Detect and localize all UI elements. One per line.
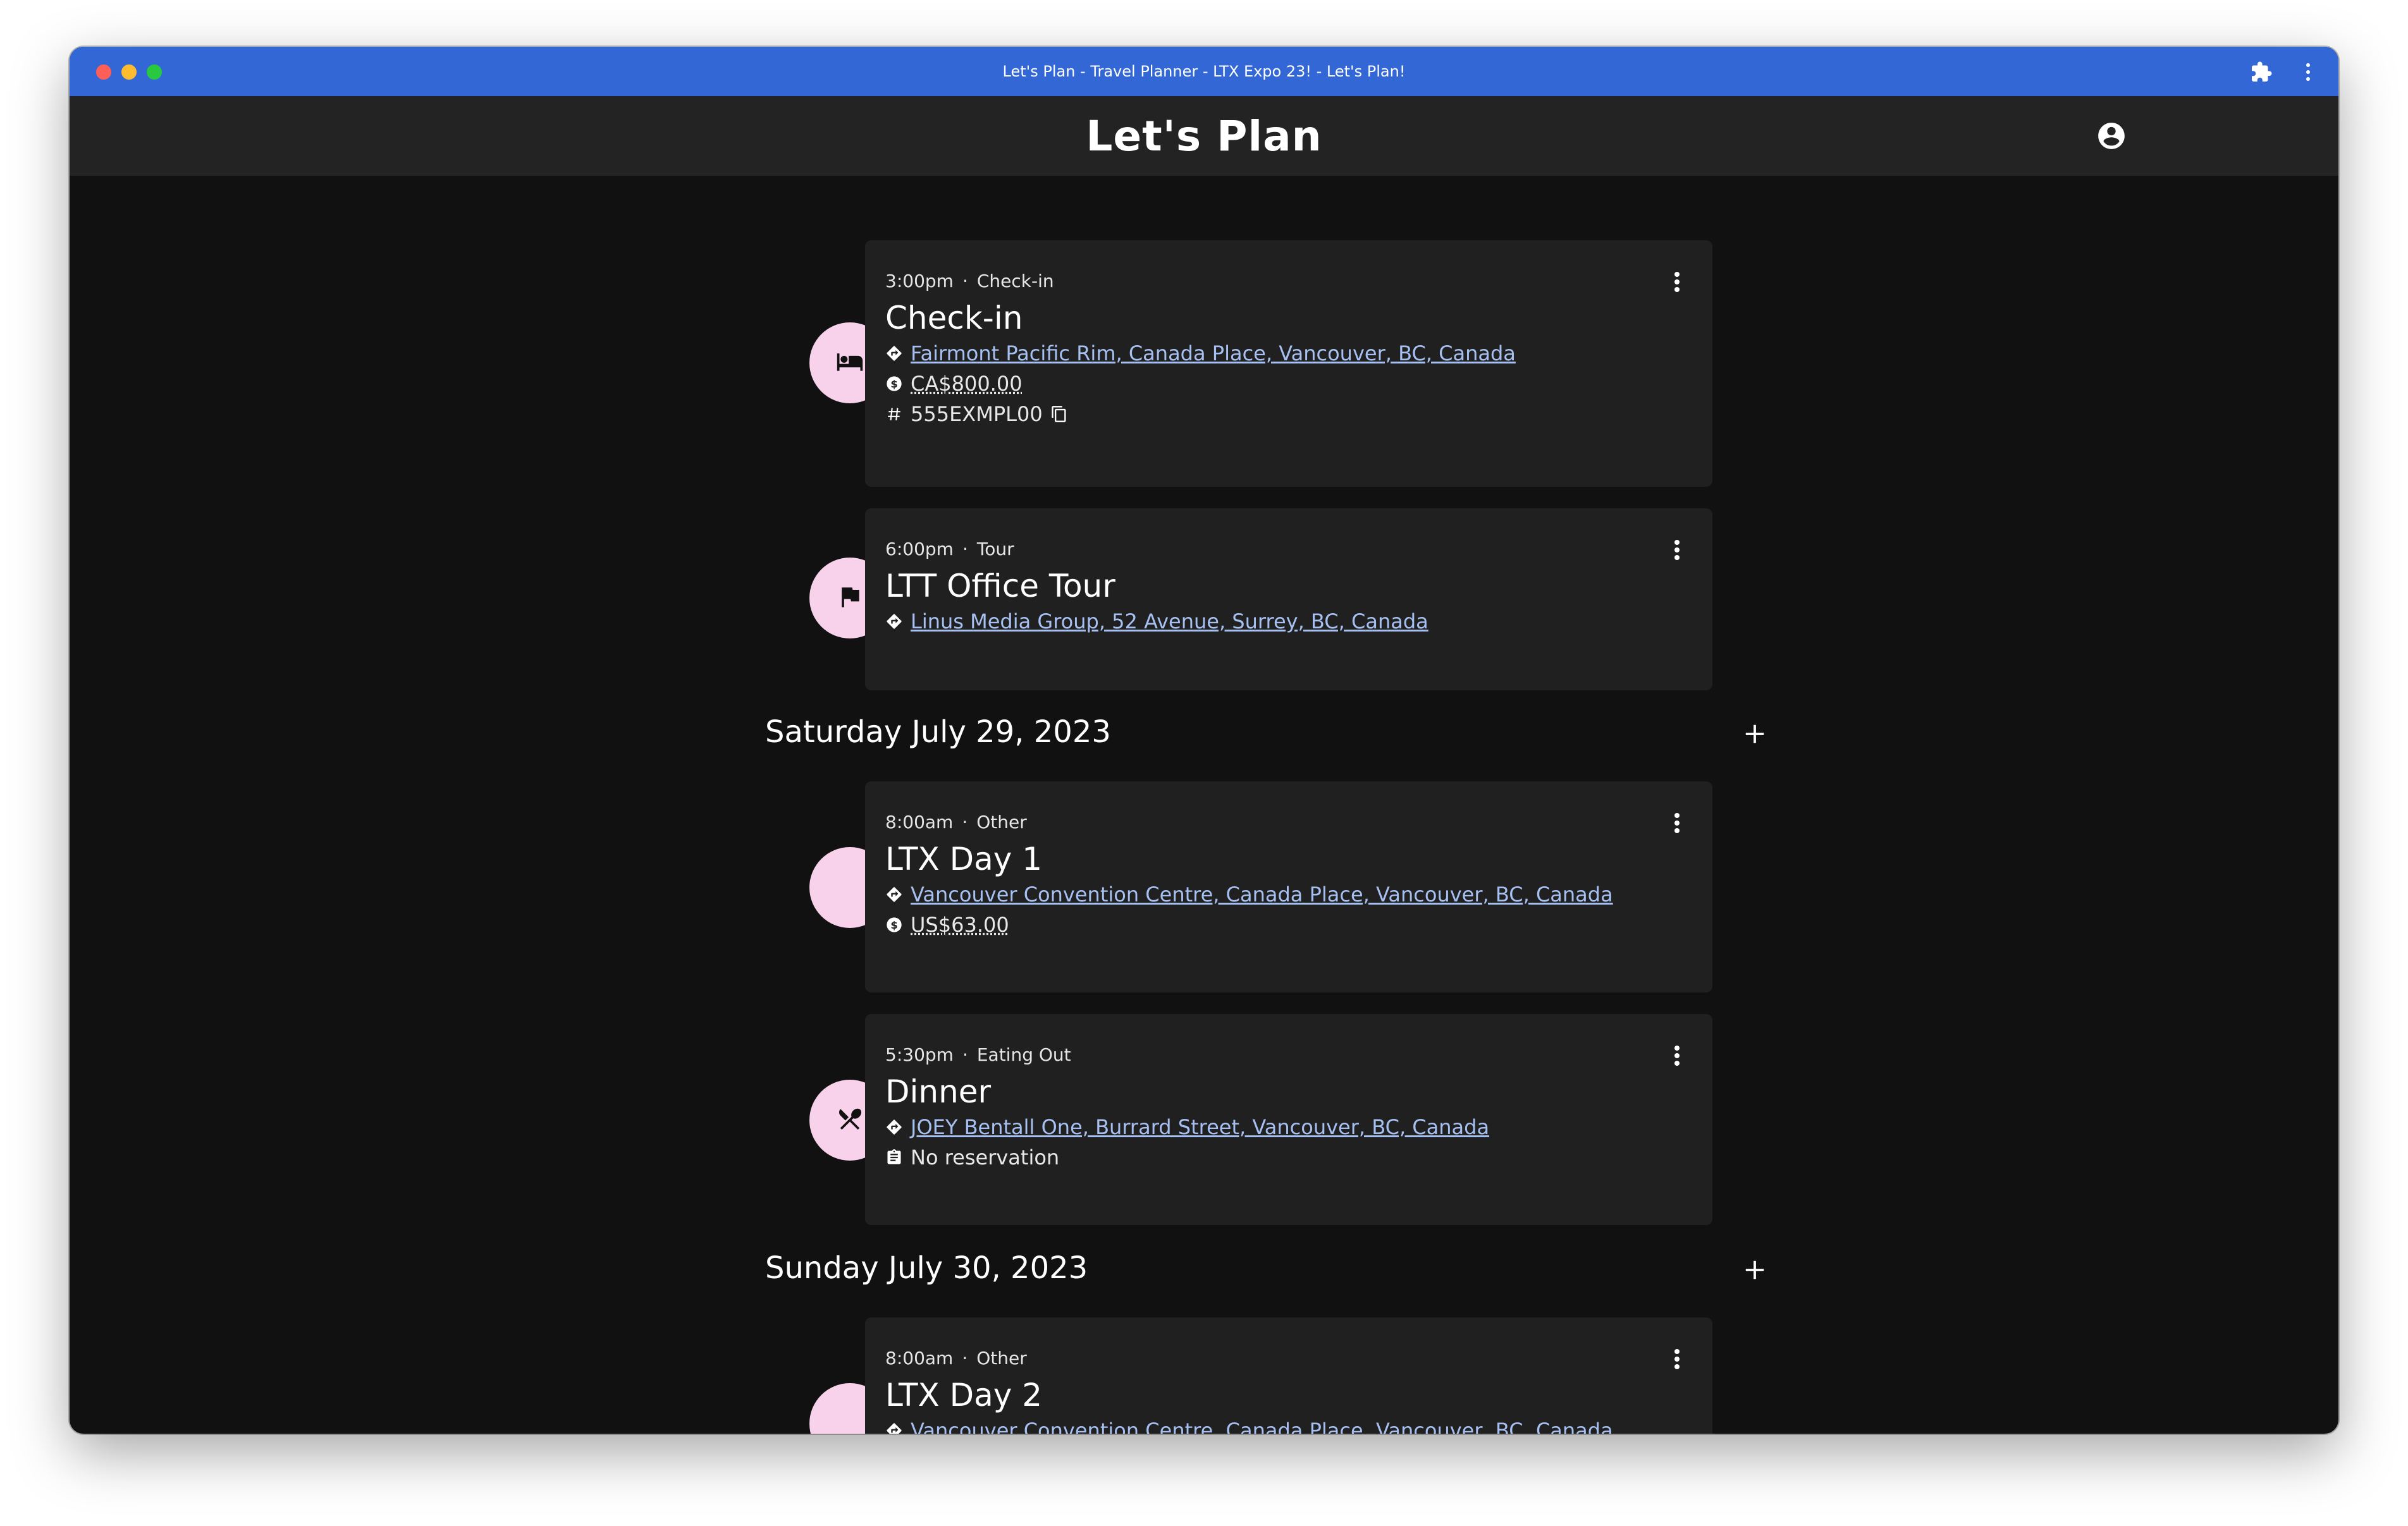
more-options-icon[interactable] xyxy=(1669,267,1685,297)
copy-icon[interactable] xyxy=(1050,405,1068,423)
event-location-row: Vancouver Convention Centre, Canada Plac… xyxy=(885,1419,1613,1434)
more-options-icon[interactable] xyxy=(1669,535,1685,565)
event-confirmation-row: 555EXMPL00 xyxy=(885,402,1068,426)
event-location-link[interactable]: Linus Media Group, 52 Avenue, Surrey, BC… xyxy=(911,609,1428,633)
directions-icon xyxy=(885,1118,903,1136)
event-cost-row: $ CA$800.00 xyxy=(885,372,1023,396)
more-options-icon[interactable] xyxy=(1669,1344,1685,1374)
event-meta: 3:00pm · Check-in xyxy=(885,271,1054,291)
add-event-button[interactable] xyxy=(1739,718,1771,750)
event-reservation-row: No reservation xyxy=(885,1145,1059,1169)
window-title: Let's Plan - Travel Planner - LTX Expo 2… xyxy=(1002,63,1406,80)
event-card[interactable]: 3:00pm · Check-in Check-in Fairmont Pacifi… xyxy=(865,240,1712,487)
event-reservation: No reservation xyxy=(911,1145,1060,1169)
more-options-icon[interactable] xyxy=(1669,808,1685,838)
event-meta: 5:30pm · Eating Out xyxy=(885,1044,1071,1065)
money-icon: $ xyxy=(885,916,903,934)
utensils-icon xyxy=(836,1105,864,1135)
account-icon[interactable] xyxy=(2091,115,2132,157)
event-meta: 6:00pm · Tour xyxy=(885,539,1014,559)
event-card[interactable]: 6:00pm · Tour LTT Office Tour Linus Media … xyxy=(865,508,1712,690)
event-category: Tour xyxy=(976,539,1014,559)
event-cost: US$63.00 xyxy=(911,913,1009,937)
svg-text:$: $ xyxy=(890,378,897,390)
add-event-button[interactable] xyxy=(1739,1254,1771,1286)
event-time: 6:00pm xyxy=(885,539,954,559)
day-header: Sunday July 30, 2023 xyxy=(765,1250,1088,1286)
directions-icon xyxy=(885,345,903,362)
close-window-button[interactable] xyxy=(96,64,111,80)
itinerary-list: 3:00pm · Check-in Check-in Fairmont Pacifi… xyxy=(70,176,2338,1434)
maximize-window-button[interactable] xyxy=(147,64,162,80)
event-location-row: JOEY Bentall One, Burrard Street, Vancou… xyxy=(885,1115,1489,1139)
event-meta: 8:00am · Other xyxy=(885,1348,1027,1369)
event-time: 8:00am xyxy=(885,812,954,833)
window-controls xyxy=(96,64,162,80)
event-card[interactable]: 8:00am · Other LTX Day 1 Vancouver Convent… xyxy=(865,781,1712,992)
event-title: Dinner xyxy=(885,1073,992,1110)
clipboard-icon xyxy=(885,1149,903,1166)
event-category: Check-in xyxy=(976,271,1054,291)
directions-icon xyxy=(885,613,903,630)
event-location-link[interactable]: Fairmont Pacific Rim, Canada Place, Vanc… xyxy=(911,341,1516,365)
event-card[interactable]: 5:30pm · Eating Out Dinner JOEY Bentall On… xyxy=(865,1014,1712,1225)
event-category: Eating Out xyxy=(976,1044,1071,1065)
browser-menu-icon[interactable] xyxy=(2295,59,2321,85)
event-location-link[interactable]: JOEY Bentall One, Burrard Street, Vancou… xyxy=(911,1115,1489,1139)
extensions-icon[interactable] xyxy=(2249,59,2274,85)
event-location-link[interactable]: Vancouver Convention Centre, Canada Plac… xyxy=(911,882,1613,906)
event-location-row: Linus Media Group, 52 Avenue, Surrey, BC… xyxy=(885,609,1428,633)
event-location-row: Vancouver Convention Centre, Canada Plac… xyxy=(885,882,1613,906)
event-confirmation: 555EXMPL00 xyxy=(911,402,1043,426)
event-meta: 8:00am · Other xyxy=(885,812,1027,833)
event-location-row: Fairmont Pacific Rim, Canada Place, Vanc… xyxy=(885,341,1516,365)
day-header: Saturday July 29, 2023 xyxy=(765,714,1111,750)
event-time: 3:00pm xyxy=(885,271,954,291)
svg-text:$: $ xyxy=(890,919,897,931)
directions-icon xyxy=(885,1422,903,1434)
event-location-link[interactable]: Vancouver Convention Centre, Canada Plac… xyxy=(911,1419,1613,1434)
app-title: Let's Plan xyxy=(1086,111,1322,161)
hash-icon xyxy=(885,405,903,423)
directions-icon xyxy=(885,886,903,903)
event-time: 5:30pm xyxy=(885,1044,954,1065)
event-title: Check-in xyxy=(885,300,1023,336)
bed-icon xyxy=(836,348,864,378)
event-category: Other xyxy=(976,812,1027,833)
event-cost-row: $ US$63.00 xyxy=(885,913,1009,937)
event-title: LTX Day 1 xyxy=(885,841,1043,877)
event-title: LTX Day 2 xyxy=(885,1377,1043,1413)
event-title: LTT Office Tour xyxy=(885,568,1115,604)
browser-window: Let's Plan - Travel Planner - LTX Expo 2… xyxy=(70,47,2338,1434)
event-category: Other xyxy=(976,1348,1027,1369)
event-card[interactable]: 8:00am · Other LTX Day 2 Vancouver Convent… xyxy=(865,1317,1712,1434)
more-options-icon[interactable] xyxy=(1669,1041,1685,1071)
app-header: Let's Plan xyxy=(70,96,2338,176)
window-titlebar: Let's Plan - Travel Planner - LTX Expo 2… xyxy=(70,47,2338,96)
money-icon: $ xyxy=(885,375,903,393)
event-cost: CA$800.00 xyxy=(911,372,1023,396)
flag-icon xyxy=(836,583,864,613)
event-time: 8:00am xyxy=(885,1348,954,1369)
minimize-window-button[interactable] xyxy=(121,64,137,80)
